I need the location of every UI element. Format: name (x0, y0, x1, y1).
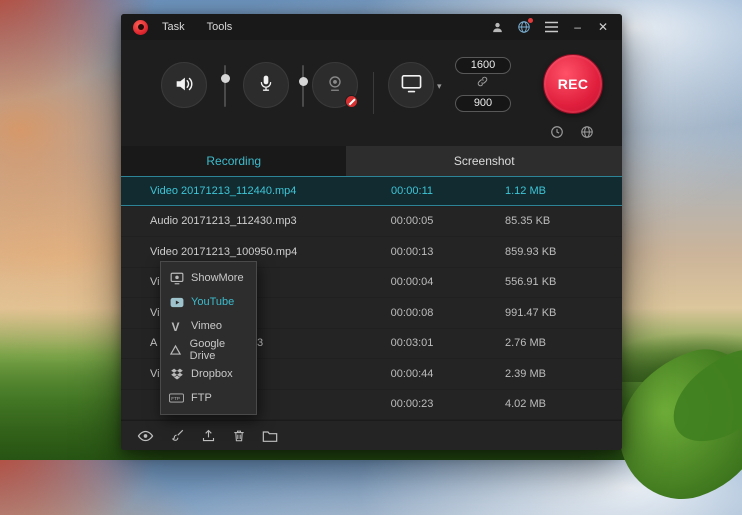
rec-button[interactable]: REC (543, 54, 603, 114)
microphone-slider-knob[interactable] (299, 77, 308, 86)
speaker-slider-knob[interactable] (221, 74, 230, 83)
tab-bar: Recording Screenshot (121, 146, 622, 176)
file-name-fragment: 3 (257, 337, 263, 349)
eye-icon[interactable] (137, 429, 154, 443)
file-name: Audio 20171213_112430.mp3 (121, 215, 352, 227)
menu-item-google-drive[interactable]: Google Drive (161, 338, 256, 362)
svg-text:FTP: FTP (171, 396, 180, 401)
width-input[interactable]: 1600 (455, 57, 511, 74)
trash-icon[interactable] (232, 428, 246, 443)
app-logo-icon (133, 20, 148, 35)
share-menu: ShowMore YouTube V Vimeo Google Drive Dr… (160, 261, 257, 415)
list-item[interactable]: Video 20171213_112440.mp4 00:00:11 1.12 … (121, 176, 622, 207)
menu-item-label: YouTube (191, 296, 234, 308)
microphone-icon (256, 73, 276, 97)
file-size: 85.35 KB (472, 215, 622, 227)
file-size: 859.93 KB (472, 246, 622, 258)
file-duration: 00:00:23 (352, 398, 472, 410)
microphone-volume-slider[interactable] (302, 65, 304, 107)
capture-toolbar: ▾ 1600 900 REC (121, 40, 622, 146)
menu-tools[interactable]: Tools (207, 21, 233, 33)
menu-item-label: Vimeo (191, 320, 222, 332)
close-button[interactable]: ✕ (596, 21, 610, 33)
footer-toolbar (121, 420, 622, 450)
minimize-button[interactable]: – (572, 21, 583, 33)
menu-item-dropbox[interactable]: Dropbox (161, 362, 256, 386)
user-icon[interactable] (491, 21, 504, 34)
tab-recording[interactable]: Recording (121, 146, 346, 176)
menu-item-showmore[interactable]: ShowMore (161, 266, 256, 290)
svg-text:V: V (172, 320, 180, 333)
google-drive-icon (169, 344, 183, 356)
dropbox-icon (169, 368, 184, 381)
toolbar-divider (373, 72, 374, 114)
file-size: 556.91 KB (472, 276, 622, 288)
file-duration: 00:00:08 (352, 307, 472, 319)
file-size: 2.39 MB (472, 368, 622, 380)
speaker-icon (173, 73, 195, 98)
language-globe-icon[interactable] (580, 125, 594, 139)
list-item[interactable]: Audio 20171213_112430.mp3 00:00:05 85.35… (121, 207, 622, 238)
chevron-down-icon[interactable]: ▾ (437, 81, 442, 92)
height-input[interactable]: 900 (455, 95, 511, 112)
desktop: { "window": { "titlebar": { "menus": [ {… (0, 0, 742, 460)
file-duration: 00:00:05 (352, 215, 472, 227)
menu-item-youtube[interactable]: YouTube (161, 290, 256, 314)
youtube-icon (169, 297, 184, 308)
hamburger-menu-icon[interactable] (544, 21, 559, 33)
display-select-button[interactable] (388, 62, 434, 108)
showmore-icon (169, 272, 184, 285)
file-size: 2.76 MB (472, 337, 622, 349)
speaker-button[interactable] (161, 62, 207, 108)
menu-item-label: Google Drive (190, 338, 248, 362)
webcam-icon (325, 74, 345, 97)
folder-icon[interactable] (262, 429, 278, 443)
file-duration: 00:00:11 (352, 185, 472, 197)
clock-icon[interactable] (550, 125, 564, 139)
menu-item-label: FTP (191, 392, 212, 404)
file-duration: 00:00:13 (352, 246, 472, 258)
monitor-icon (400, 73, 423, 97)
file-duration: 00:00:04 (352, 276, 472, 288)
menu-item-vimeo[interactable]: V Vimeo (161, 314, 256, 338)
link-aspect-icon[interactable] (476, 75, 489, 88)
webcam-disabled-badge (345, 95, 358, 108)
menu-item-label: ShowMore (191, 272, 244, 284)
file-name: Video 20171213_100950.mp4 (121, 246, 352, 258)
tab-screenshot[interactable]: Screenshot (346, 146, 622, 176)
ftp-icon: FTP (169, 392, 184, 404)
microphone-button[interactable] (243, 62, 289, 108)
file-size: 1.12 MB (472, 185, 622, 197)
globe-icon[interactable] (517, 20, 531, 34)
menu-item-ftp[interactable]: FTP FTP (161, 386, 256, 410)
file-size: 4.02 MB (472, 398, 622, 410)
brush-icon[interactable] (170, 428, 185, 443)
file-duration: 00:03:01 (352, 337, 472, 349)
vimeo-icon: V (169, 320, 184, 333)
menu-item-label: Dropbox (191, 368, 233, 380)
notification-dot (528, 18, 533, 23)
menu-task[interactable]: Task (162, 21, 185, 33)
screen-recorder-window: Task Tools – ✕ (121, 14, 622, 450)
titlebar[interactable]: Task Tools – ✕ (121, 14, 622, 40)
speaker-volume-slider[interactable] (224, 65, 226, 107)
file-duration: 00:00:44 (352, 368, 472, 380)
file-name: Video 20171213_112440.mp4 (121, 185, 352, 197)
upload-icon[interactable] (201, 428, 216, 443)
file-size: 991.47 KB (472, 307, 622, 319)
